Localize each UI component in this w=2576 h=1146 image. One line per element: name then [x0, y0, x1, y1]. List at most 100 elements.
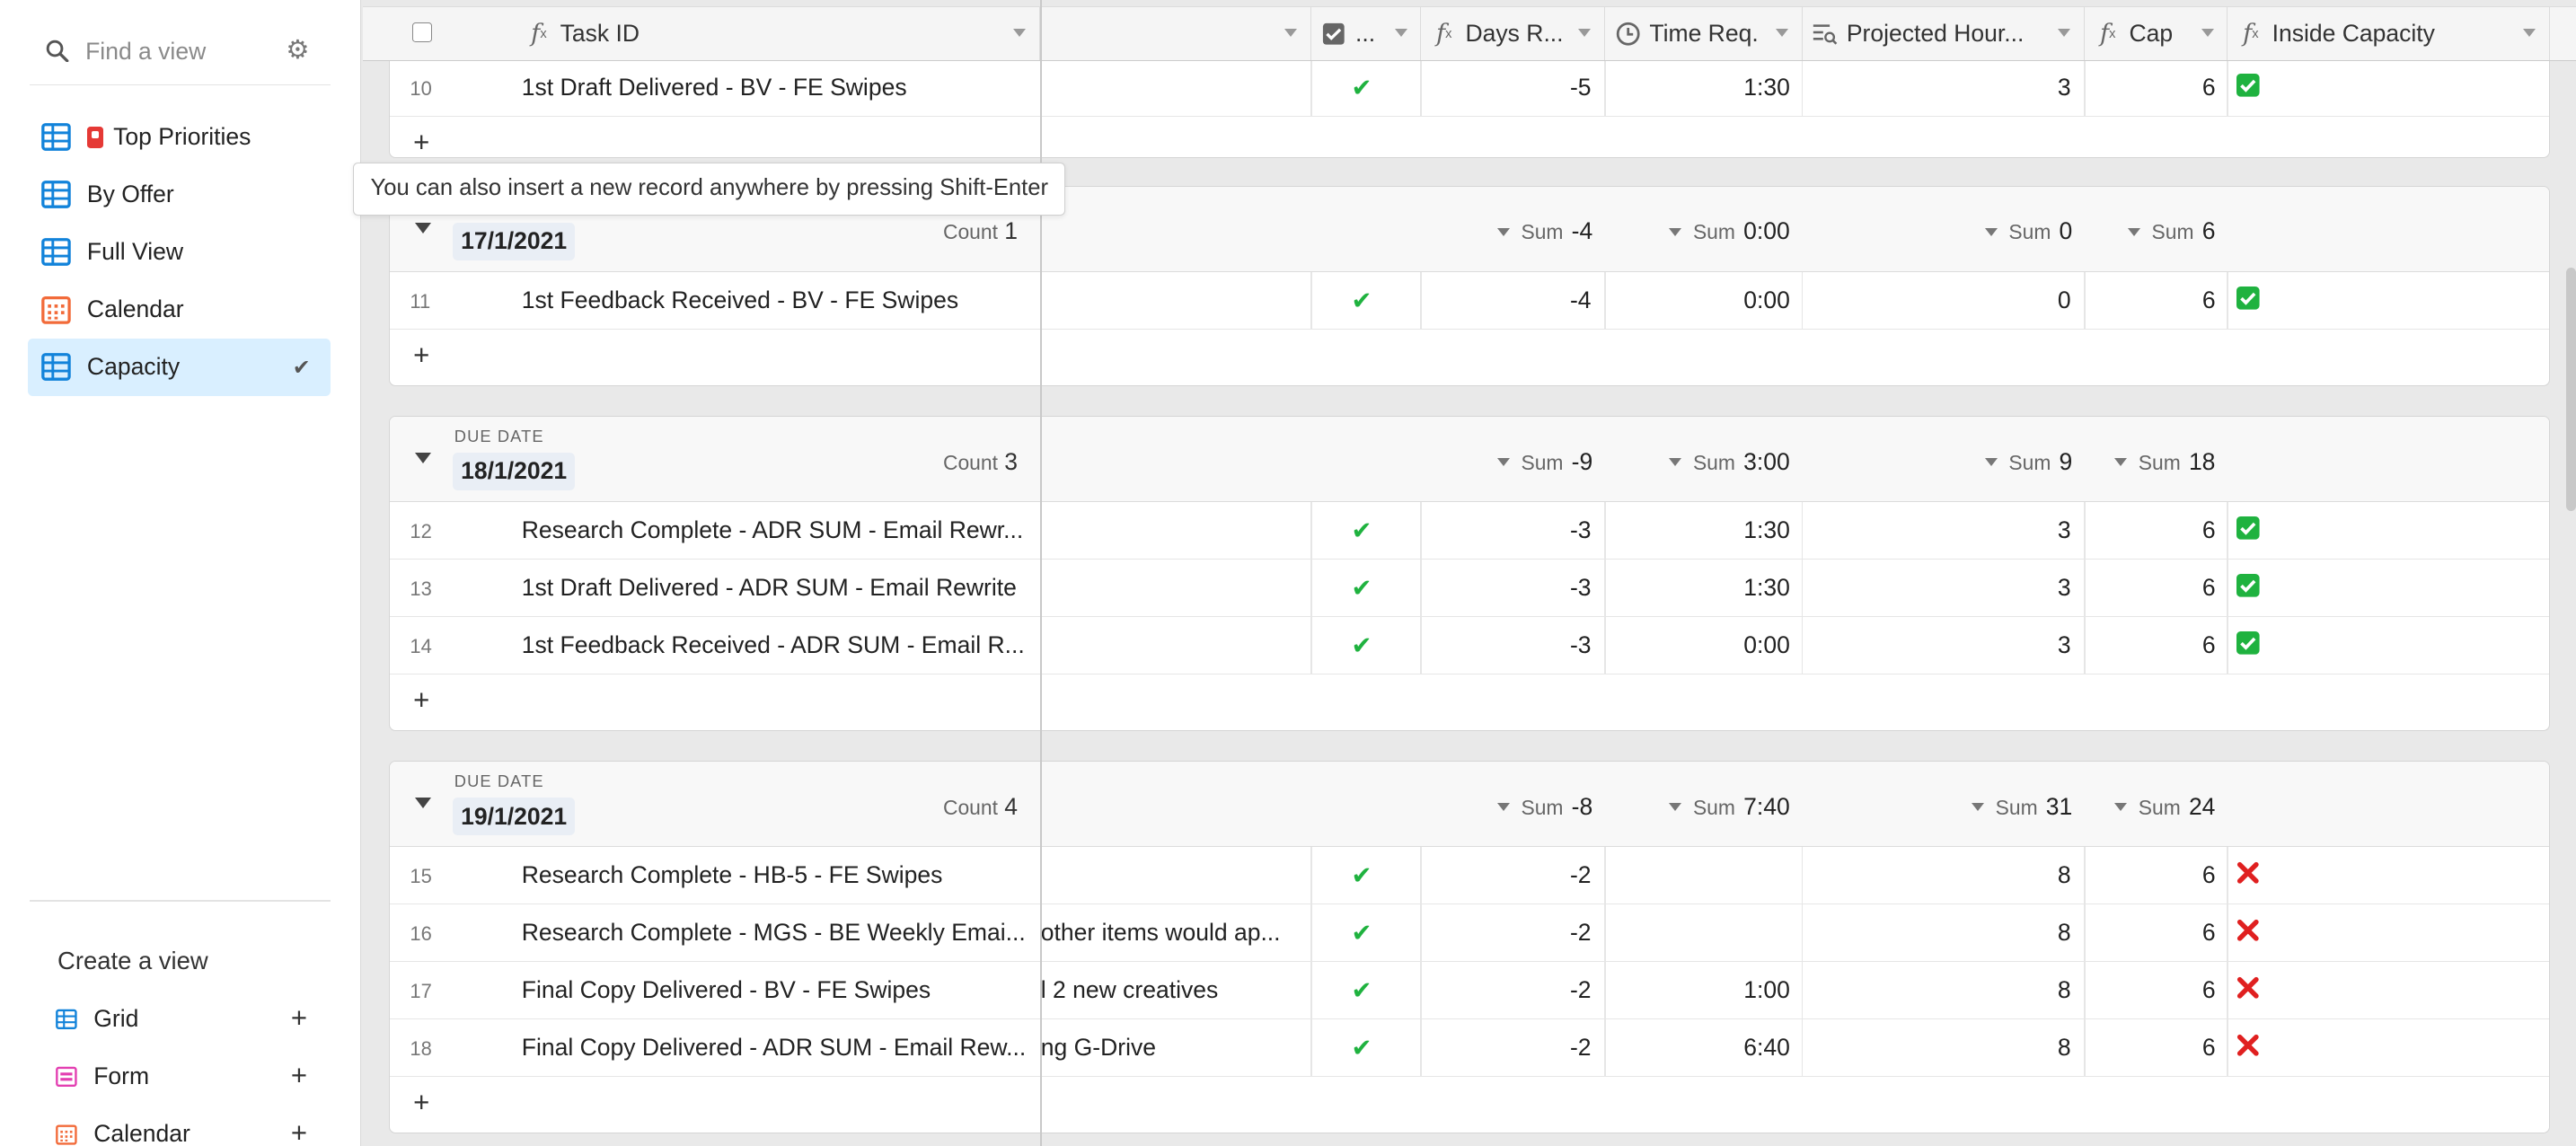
- column-header-time-required[interactable]: Time Req.: [1605, 7, 1803, 60]
- group-header[interactable]: DUE DATE 18/1/2021 Count 3 Sum -9 Sum 3:00 Su…: [390, 416, 2549, 502]
- checkmark-icon[interactable]: ✔: [1351, 516, 1372, 545]
- days-remaining-cell[interactable]: -5: [1418, 74, 1592, 101]
- group-sum-time[interactable]: Sum 7:40: [1669, 793, 1790, 821]
- projected-hours-cell[interactable]: 3: [1803, 516, 2071, 544]
- chevron-down-icon[interactable]: [1578, 29, 1592, 37]
- collapse-triangle-icon[interactable]: [414, 222, 431, 234]
- collapse-triangle-icon[interactable]: [414, 798, 431, 808]
- chevron-down-icon[interactable]: [1775, 29, 1788, 37]
- table-row[interactable]: 18 Final Copy Delivered - ADR SUM - Emai…: [390, 1019, 2549, 1078]
- column-header-notes[interactable]: [1042, 7, 1311, 60]
- create-view-form[interactable]: Form +: [28, 1048, 331, 1106]
- notes-cell[interactable]: l 2 new creatives: [1041, 976, 1296, 1004]
- projected-hours-cell[interactable]: 8: [1803, 1034, 2071, 1062]
- chevron-down-icon[interactable]: [1284, 29, 1297, 37]
- days-remaining-cell[interactable]: -4: [1418, 286, 1592, 314]
- projected-hours-cell[interactable]: 8: [1803, 976, 2071, 1004]
- create-view-grid[interactable]: Grid +: [28, 991, 331, 1048]
- task-id-cell[interactable]: 1st Draft Delivered - BV - FE Swipes: [522, 74, 1031, 101]
- column-header-projected-hours[interactable]: Projected Hour...: [1803, 7, 2086, 60]
- cap-cell[interactable]: 6: [2086, 286, 2216, 314]
- time-required-cell[interactable]: 0:00: [1606, 631, 1790, 659]
- days-remaining-cell[interactable]: -3: [1418, 574, 1592, 602]
- time-required-cell[interactable]: 1:30: [1606, 574, 1790, 602]
- cap-cell[interactable]: 6: [2086, 976, 2216, 1004]
- checkmark-icon[interactable]: ✔: [1351, 74, 1372, 102]
- view-item-by-offer[interactable]: By Offer: [28, 166, 331, 224]
- time-required-cell[interactable]: 0:00: [1606, 286, 1790, 314]
- group-header[interactable]: DUE DATE 19/1/2021 Count 4 Sum -8 Sum 7:40 Su…: [390, 761, 2549, 847]
- days-remaining-cell[interactable]: -2: [1418, 1034, 1592, 1062]
- table-row[interactable]: 13 1st Draft Delivered - ADR SUM - Email…: [390, 559, 2549, 617]
- task-id-cell[interactable]: 1st Feedback Received - ADR SUM - Email …: [522, 631, 1031, 659]
- days-remaining-cell[interactable]: -2: [1418, 976, 1592, 1004]
- checkmark-icon[interactable]: ✔: [1351, 1034, 1372, 1062]
- table-row[interactable]: 11 1st Feedback Received - BV - FE Swipe…: [390, 271, 2549, 330]
- projected-hours-cell[interactable]: 8: [1803, 919, 2071, 947]
- column-header-days-remaining[interactable]: fx Days R...: [1421, 7, 1605, 60]
- projected-hours-cell[interactable]: 8: [1803, 861, 2071, 889]
- time-required-cell[interactable]: 6:40: [1606, 1034, 1790, 1062]
- checkmark-icon[interactable]: ✔: [1351, 631, 1372, 660]
- cap-cell[interactable]: 6: [2086, 574, 2216, 602]
- plus-icon[interactable]: +: [413, 1087, 429, 1119]
- checkmark-icon[interactable]: ✔: [1351, 574, 1372, 603]
- vertical-scrollbar[interactable]: [2566, 268, 2576, 511]
- days-remaining-cell[interactable]: -3: [1418, 516, 1592, 544]
- projected-hours-cell[interactable]: 3: [1803, 74, 2071, 101]
- group-sum-cap[interactable]: Sum 18: [2113, 448, 2215, 476]
- time-required-cell[interactable]: 1:30: [1606, 74, 1790, 101]
- cap-cell[interactable]: 6: [2086, 1034, 2216, 1062]
- projected-hours-cell[interactable]: 0: [1803, 286, 2071, 314]
- table-row[interactable]: 16 Research Complete - MGS - BE Weekly E…: [390, 904, 2549, 962]
- cap-cell[interactable]: 6: [2086, 74, 2216, 101]
- days-remaining-cell[interactable]: -2: [1418, 861, 1592, 889]
- table-row[interactable]: 14 1st Feedback Received - ADR SUM - Ema…: [390, 616, 2549, 674]
- view-item-full-view[interactable]: Full View: [28, 224, 331, 281]
- chevron-down-icon[interactable]: [2058, 29, 2071, 37]
- table-row[interactable]: 12 Research Complete - ADR SUM - Email R…: [390, 501, 2549, 560]
- plus-icon[interactable]: +: [291, 1060, 307, 1092]
- view-search-input[interactable]: Find a view: [85, 38, 206, 66]
- view-search[interactable]: Find a view ⚙: [29, 20, 331, 86]
- column-header-cap[interactable]: fx Cap: [2085, 7, 2228, 60]
- cap-cell[interactable]: 6: [2086, 861, 2216, 889]
- add-record-row[interactable]: +: [390, 1077, 2548, 1133]
- task-id-cell[interactable]: 1st Draft Delivered - ADR SUM - Email Re…: [522, 574, 1031, 602]
- view-item-calendar[interactable]: Calendar: [28, 281, 331, 339]
- add-record-row[interactable]: +: [390, 330, 2548, 385]
- chevron-down-icon[interactable]: [1394, 29, 1407, 37]
- group-sum-cap[interactable]: Sum 24: [2113, 793, 2215, 821]
- task-id-cell[interactable]: 1st Feedback Received - BV - FE Swipes: [522, 286, 1031, 314]
- column-header-done[interactable]: ...: [1311, 7, 1422, 60]
- view-item-capacity[interactable]: Capacity ✔: [28, 338, 331, 396]
- collapse-triangle-icon[interactable]: [414, 452, 431, 463]
- checkmark-icon[interactable]: ✔: [1351, 919, 1372, 948]
- time-required-cell[interactable]: 1:00: [1606, 976, 1790, 1004]
- group-sum-proj[interactable]: Sum 31: [1971, 793, 2072, 821]
- column-header-task-id[interactable]: fx Task ID: [516, 7, 1040, 60]
- time-required-cell[interactable]: 1:30: [1606, 516, 1790, 544]
- group-sum-time[interactable]: Sum 0:00: [1669, 217, 1790, 245]
- table-row[interactable]: 10 1st Draft Delivered - BV - FE Swipes …: [390, 58, 2549, 117]
- group-sum-days[interactable]: Sum -9: [1496, 448, 1592, 476]
- chevron-down-icon[interactable]: [2201, 29, 2214, 37]
- cap-cell[interactable]: 6: [2086, 631, 2216, 659]
- view-item-top-priorities[interactable]: Top Priorities: [28, 109, 331, 166]
- checkmark-icon[interactable]: ✔: [1351, 286, 1372, 315]
- plus-icon[interactable]: +: [413, 684, 429, 717]
- task-id-cell[interactable]: Research Complete - ADR SUM - Email Rewr…: [522, 516, 1031, 544]
- plus-icon[interactable]: +: [291, 1002, 307, 1035]
- plus-icon[interactable]: +: [413, 127, 429, 157]
- task-id-cell[interactable]: Final Copy Delivered - ADR SUM - Email R…: [522, 1034, 1031, 1062]
- add-record-row[interactable]: +: [390, 674, 2548, 730]
- group-sum-proj[interactable]: Sum 0: [1984, 217, 2072, 245]
- add-record-row[interactable]: +: [390, 117, 2548, 157]
- plus-icon[interactable]: +: [291, 1117, 307, 1146]
- checkmark-icon[interactable]: ✔: [1351, 861, 1372, 890]
- gear-icon[interactable]: ⚙: [286, 37, 312, 64]
- plus-icon[interactable]: +: [413, 339, 429, 372]
- projected-hours-cell[interactable]: 3: [1803, 631, 2071, 659]
- cap-cell[interactable]: 6: [2086, 516, 2216, 544]
- task-id-cell[interactable]: Final Copy Delivered - BV - FE Swipes: [522, 976, 1031, 1004]
